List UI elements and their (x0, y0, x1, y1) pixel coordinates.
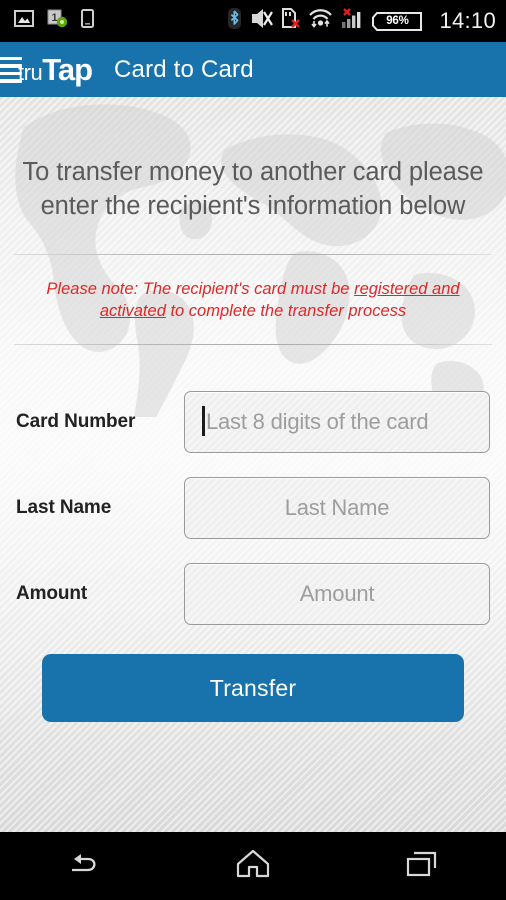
label-last-name: Last Name (16, 497, 112, 518)
label-amount: Amount (16, 583, 88, 604)
logo-text-tru: tru (18, 60, 43, 85)
form-row-amount: Amount Amount (0, 563, 506, 625)
battery-icon: 96% (370, 10, 424, 33)
last-name-placeholder: Last Name (284, 495, 390, 520)
amount-placeholder: Amount (299, 581, 375, 606)
wifi-data-icon (308, 8, 333, 34)
label-card-number: Card Number (16, 411, 136, 432)
app-header: truTap Card to Card (0, 42, 506, 97)
sim-card-icon (81, 9, 94, 33)
status-bar-right-icons: 96% 14:10 (228, 8, 496, 34)
warning-note-prefix: Please note: The recipient's card must b… (46, 280, 355, 298)
instruction-line-1: To transfer money to another card please (22, 158, 484, 186)
signal-no-service-icon (341, 8, 362, 34)
nav-recents-button[interactable] (337, 832, 506, 900)
sd-card-error-icon (281, 8, 301, 34)
device-screen: 1 96% 14:10 truTap Card to Card To trans… (0, 0, 506, 900)
photo-icon (14, 10, 34, 32)
instruction-heading: To transfer money to another card please… (0, 155, 506, 223)
battery-percent-label: 96% (386, 15, 409, 27)
home-icon (236, 848, 270, 885)
divider-bottom (14, 344, 492, 345)
svg-text:1: 1 (51, 12, 57, 24)
transfer-button[interactable]: Transfer (42, 654, 464, 722)
submit-button-wrapper: Transfer (0, 654, 506, 722)
text-caret (202, 406, 205, 436)
vibrate-off-icon (249, 8, 274, 34)
content-area: To transfer money to another card please… (0, 97, 506, 832)
back-arrow-icon (64, 849, 104, 884)
card-number-input[interactable]: Last 8 digits of the card (184, 391, 490, 453)
transfer-form: Card Number Last 8 digits of the card La… (0, 391, 506, 722)
app-update-badge-icon: 1 (47, 9, 68, 33)
nav-home-button[interactable] (169, 832, 338, 900)
card-number-placeholder: Last 8 digits of the card (205, 409, 429, 434)
app-logo: truTap (18, 52, 93, 87)
warning-note-suffix: to complete the transfer process (165, 302, 407, 320)
form-row-card-number: Card Number Last 8 digits of the card (0, 391, 506, 453)
status-bar: 1 96% 14:10 (0, 0, 506, 42)
status-bar-left-icons: 1 (14, 9, 94, 33)
divider-top (14, 254, 492, 255)
logo-text-tap: Tap (42, 52, 93, 87)
form-row-last-name: Last Name Last Name (0, 477, 506, 539)
last-name-input[interactable]: Last Name (184, 477, 490, 539)
warning-note: Please note: The recipient's card must b… (36, 278, 470, 322)
instruction-line-2: enter the recipient's information below (40, 192, 466, 220)
page-title: Card to Card (114, 55, 254, 83)
android-navigation-bar (0, 832, 506, 900)
status-bar-clock: 14:10 (439, 8, 496, 33)
nav-back-button[interactable] (0, 832, 169, 900)
amount-input[interactable]: Amount (184, 563, 490, 625)
bluetooth-icon (228, 8, 242, 34)
recent-apps-icon (405, 849, 439, 884)
